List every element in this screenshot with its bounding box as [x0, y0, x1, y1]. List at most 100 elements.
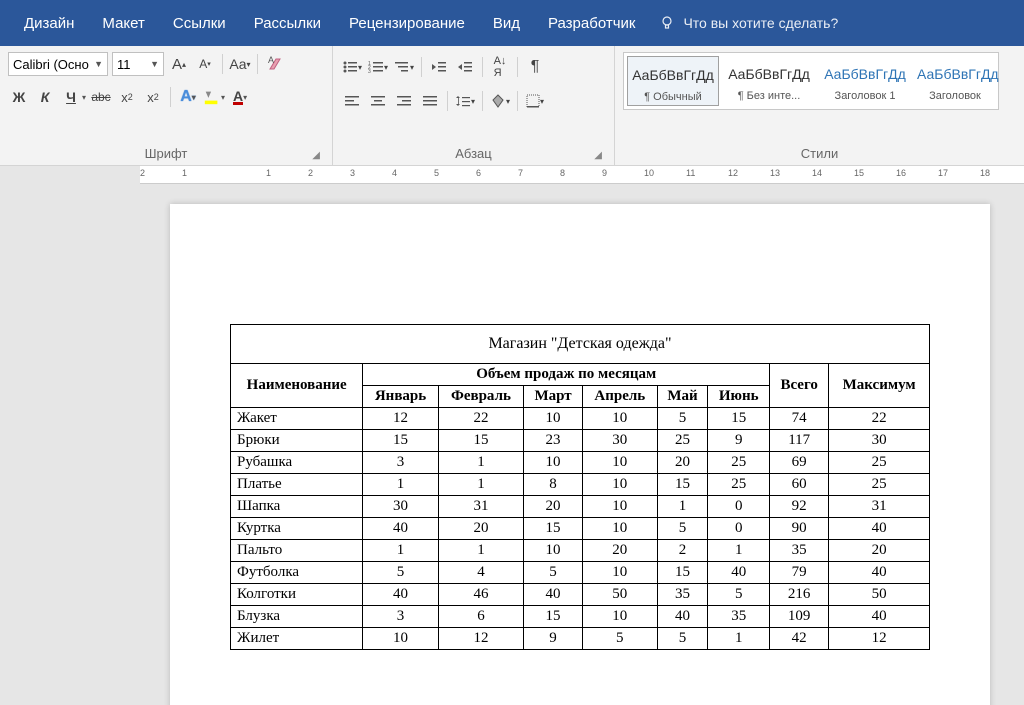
group-label-styles: Стили — [623, 142, 1016, 165]
ruler-tick: 2 — [308, 168, 313, 178]
sort-button[interactable]: А↓Я — [489, 56, 511, 78]
style-item-nospacing[interactable]: АаБбВвГгДд ¶ Без инте... — [723, 56, 815, 104]
grow-font-button[interactable]: A▴ — [168, 53, 190, 75]
text-effects-button[interactable]: A▾ — [177, 86, 199, 108]
table-row[interactable]: Пальто111020213520 — [231, 540, 930, 562]
table-row[interactable]: Жакет122210105157422 — [231, 408, 930, 430]
tell-me-search[interactable]: Что вы хотите сделать? — [659, 15, 838, 31]
ribbon-group-font: Calibri (Осно ▼ 11 ▼ A▴ A▾ Aa▾ A Ж К — [0, 46, 333, 165]
horizontal-ruler[interactable]: 21123456789101112131415161718 — [140, 166, 1024, 184]
superscript-button[interactable]: x2 — [142, 86, 164, 108]
cell-value: 10 — [524, 452, 583, 474]
numbering-button[interactable]: 123▾ — [367, 56, 389, 78]
align-center-button[interactable] — [367, 90, 389, 112]
font-name-combo[interactable]: Calibri (Осно ▼ — [8, 52, 108, 76]
menu-bar: Дизайн Макет Ссылки Рассылки Рецензирова… — [0, 0, 1024, 46]
multilevel-list-button[interactable]: ▾ — [393, 56, 415, 78]
cell-value: 5 — [657, 628, 708, 650]
cell-value: 3 — [363, 452, 438, 474]
bold-button[interactable]: Ж — [8, 86, 30, 108]
italic-button[interactable]: К — [34, 86, 56, 108]
cell-max: 20 — [829, 540, 930, 562]
ruler-tick: 6 — [476, 168, 481, 178]
dropdown-arrow-icon: ▼ — [150, 59, 159, 69]
document-table[interactable]: Магазин "Детская одежда" Наименование Об… — [230, 324, 930, 650]
subscript-button[interactable]: x2 — [116, 86, 138, 108]
strikethrough-button[interactable]: abc — [90, 86, 112, 108]
cell-value: 10 — [582, 518, 657, 540]
borders-button[interactable]: ▾ — [524, 90, 546, 112]
month-header: Март — [524, 386, 583, 408]
cell-value: 4 — [438, 562, 523, 584]
table-row[interactable]: Футболка5451015407940 — [231, 562, 930, 584]
cell-value: 15 — [657, 562, 708, 584]
cell-total: 90 — [770, 518, 829, 540]
table-row[interactable]: Брюки1515233025911730 — [231, 430, 930, 452]
cell-value: 46 — [438, 584, 523, 606]
cell-value: 23 — [524, 430, 583, 452]
cell-total: 35 — [770, 540, 829, 562]
table-row[interactable]: Платье1181015256025 — [231, 474, 930, 496]
table-row[interactable]: Куртка40201510509040 — [231, 518, 930, 540]
menu-tab-mailings[interactable]: Рассылки — [240, 3, 335, 44]
cell-value: 31 — [438, 496, 523, 518]
cell-value: 5 — [657, 408, 708, 430]
line-spacing-button[interactable]: ▾ — [454, 90, 476, 112]
dialog-launcher-icon[interactable]: ◢ — [312, 150, 320, 161]
cell-value: 20 — [524, 496, 583, 518]
cell-name: Блузка — [231, 606, 363, 628]
cell-value: 20 — [657, 452, 708, 474]
table-row[interactable]: Рубашка31101020256925 — [231, 452, 930, 474]
menu-tab-layout[interactable]: Макет — [88, 3, 158, 44]
ruler-tick: 11 — [686, 168, 695, 178]
style-item-heading1[interactable]: АаБбВвГгДд Заголовок 1 — [819, 56, 911, 104]
table-row[interactable]: Колготки4046405035521650 — [231, 584, 930, 606]
cell-name: Футболка — [231, 562, 363, 584]
align-justify-button[interactable] — [419, 90, 441, 112]
align-right-button[interactable] — [393, 90, 415, 112]
cell-value: 10 — [582, 606, 657, 628]
style-preview: АаБбВвГгДд — [630, 59, 716, 91]
menu-tab-references[interactable]: Ссылки — [159, 3, 240, 44]
highlight-button[interactable]: ▾ — [203, 86, 225, 108]
style-gallery[interactable]: АаБбВвГгДд ¶ Обычный АаБбВвГгДд ¶ Без ин… — [623, 52, 999, 110]
decrease-indent-button[interactable] — [428, 56, 450, 78]
menu-tab-view[interactable]: Вид — [479, 3, 534, 44]
font-name-value: Calibri (Осно — [13, 57, 89, 72]
change-case-button[interactable]: Aa▾ — [229, 53, 251, 75]
table-row[interactable]: Жилет101295514212 — [231, 628, 930, 650]
increase-indent-button[interactable] — [454, 56, 476, 78]
cell-value: 35 — [657, 584, 708, 606]
style-name: Заголовок 1 — [821, 90, 909, 102]
style-item-normal[interactable]: АаБбВвГгДд ¶ Обычный — [627, 56, 719, 106]
table-row[interactable]: Шапка30312010109231 — [231, 496, 930, 518]
cell-value: 3 — [363, 606, 438, 628]
bullets-button[interactable]: ▾ — [341, 56, 363, 78]
document-page[interactable]: Магазин "Детская одежда" Наименование Об… — [170, 204, 990, 705]
cell-value: 15 — [524, 606, 583, 628]
menu-tab-review[interactable]: Рецензирование — [335, 3, 479, 44]
font-color-button[interactable]: A▾ — [229, 86, 251, 108]
svg-text:A: A — [268, 55, 274, 65]
clear-formatting-button[interactable]: A — [264, 53, 286, 75]
cell-max: 40 — [829, 518, 930, 540]
ruler-tick: 15 — [854, 168, 864, 178]
cell-value: 2 — [657, 540, 708, 562]
dialog-launcher-icon[interactable]: ◢ — [594, 150, 602, 161]
show-marks-button[interactable]: ¶ — [524, 56, 546, 78]
document-area[interactable]: 21123456789101112131415161718 Магазин "Д… — [0, 166, 1024, 705]
font-size-combo[interactable]: 11 ▼ — [112, 52, 164, 76]
underline-button[interactable]: Ч — [60, 86, 82, 108]
menu-tab-design[interactable]: Дизайн — [10, 3, 88, 44]
style-item-heading[interactable]: АаБбВвГгДд Заголовок — [915, 56, 995, 104]
cell-total: 109 — [770, 606, 829, 628]
cell-max: 50 — [829, 584, 930, 606]
shading-button[interactable]: ▾ — [489, 90, 511, 112]
table-row[interactable]: Блузка361510403510940 — [231, 606, 930, 628]
menu-tab-developer[interactable]: Разработчик — [534, 3, 649, 44]
ruler-tick: 3 — [350, 168, 355, 178]
cell-value: 15 — [363, 430, 438, 452]
shrink-font-button[interactable]: A▾ — [194, 53, 216, 75]
ruler-tick: 4 — [392, 168, 397, 178]
align-left-button[interactable] — [341, 90, 363, 112]
